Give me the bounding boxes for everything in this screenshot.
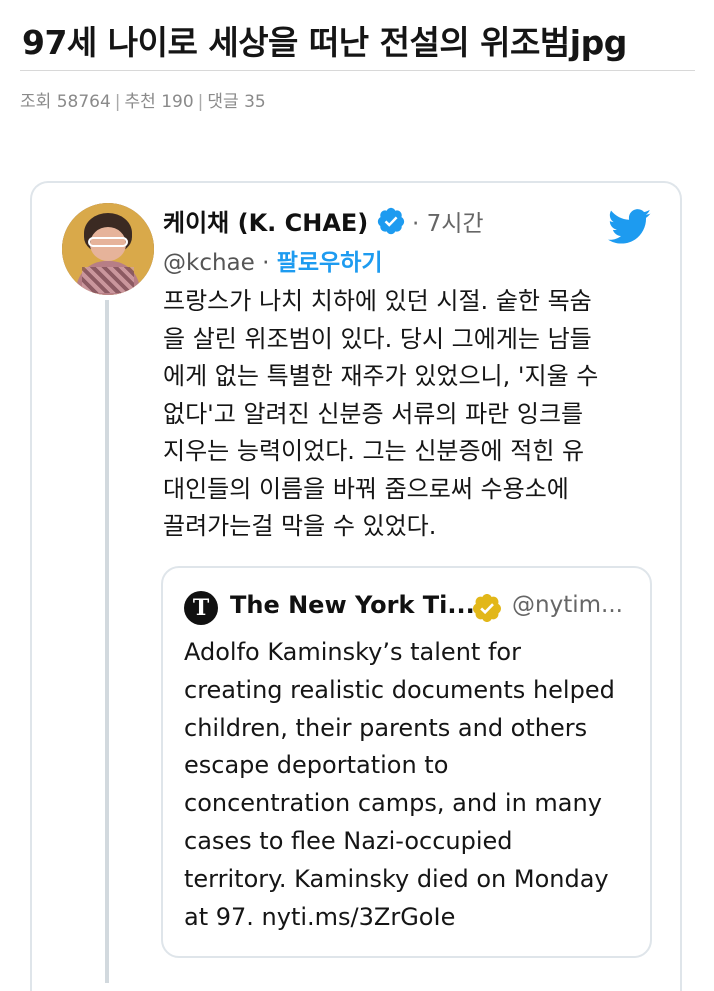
verified-badge-icon [377, 207, 405, 235]
comments-label: 댓글 [207, 92, 239, 112]
quoted-author-name[interactable]: The New York Ti... [230, 591, 475, 619]
comments-count: 35 [244, 92, 266, 112]
tweet-line: 지우는 능력이었다. 그는 신분증에 적힌 유 [163, 437, 585, 465]
quote-line: at 97. nyti.ms/3ZrGoIe [184, 902, 456, 931]
title-divider [20, 70, 695, 71]
avatar[interactable] [62, 203, 154, 295]
follow-button[interactable]: 팔로우하기 [277, 250, 383, 276]
tweet-line: 끌려가는걸 막을 수 있었다. [163, 512, 437, 540]
tweet-line: 을 살린 위조범이 있다. 당시 그에게는 남들 [163, 324, 592, 353]
tweet-body: 프랑스가 나치 치하에 있던 시절. 숱한 목숨 을 살린 위조범이 있다. 당… [163, 283, 663, 546]
post-meta: 조회 58764 | 추천 190 | 댓글 35 [20, 87, 266, 112]
tweet-line: 대인들의 이름을 바꿔 줌으로써 수용소에 [163, 474, 569, 503]
author-handle: @kchae · 팔로우하기 [163, 243, 383, 277]
tweet-time[interactable]: · 7시간 [412, 204, 484, 238]
quote-line: children, their parents and others [184, 713, 588, 742]
meta-separator: | [197, 92, 204, 112]
tweet-line: 에게 없는 특별한 재주가 있었으니, '지울 수 [163, 362, 599, 390]
author-name[interactable]: 케이채 (K. CHAE) [163, 203, 368, 238]
tweet-line: 프랑스가 나치 치하에 있던 시절. 숱한 목숨 [163, 287, 592, 315]
quote-line: territory. Kaminsky died on Monday [184, 864, 609, 893]
quote-line: concentration camps, and in many [184, 789, 602, 818]
views-label: 조회 [20, 92, 52, 112]
quoted-tweet-body: Adolfo Kaminsky’s talent for creating re… [184, 634, 644, 936]
quote-line: cases to flee Nazi-occupied [184, 826, 513, 855]
likes-label: 추천 [124, 92, 156, 112]
nyt-logo-icon: T [184, 591, 218, 625]
quoted-author-handle[interactable]: @nytim... [512, 592, 623, 618]
thread-line [105, 300, 109, 983]
views-count: 58764 [56, 92, 111, 112]
twitter-bird-icon[interactable] [608, 209, 652, 245]
quote-line: escape deportation to [184, 751, 449, 780]
likes-count: 190 [161, 92, 194, 112]
tweet-line: 없다'고 알려진 신분증 서류의 파란 잉크를 [163, 399, 584, 428]
meta-separator: | [114, 92, 121, 112]
quote-line: creating realistic documents helped [184, 675, 615, 704]
quote-line: Adolfo Kaminsky’s talent for [184, 638, 521, 666]
handle-text[interactable]: @kchae · [163, 250, 269, 276]
post-title: 97세 나이로 세상을 떠난 전설의 위조범jpg [22, 23, 627, 62]
gold-verified-badge-icon [472, 594, 501, 622]
